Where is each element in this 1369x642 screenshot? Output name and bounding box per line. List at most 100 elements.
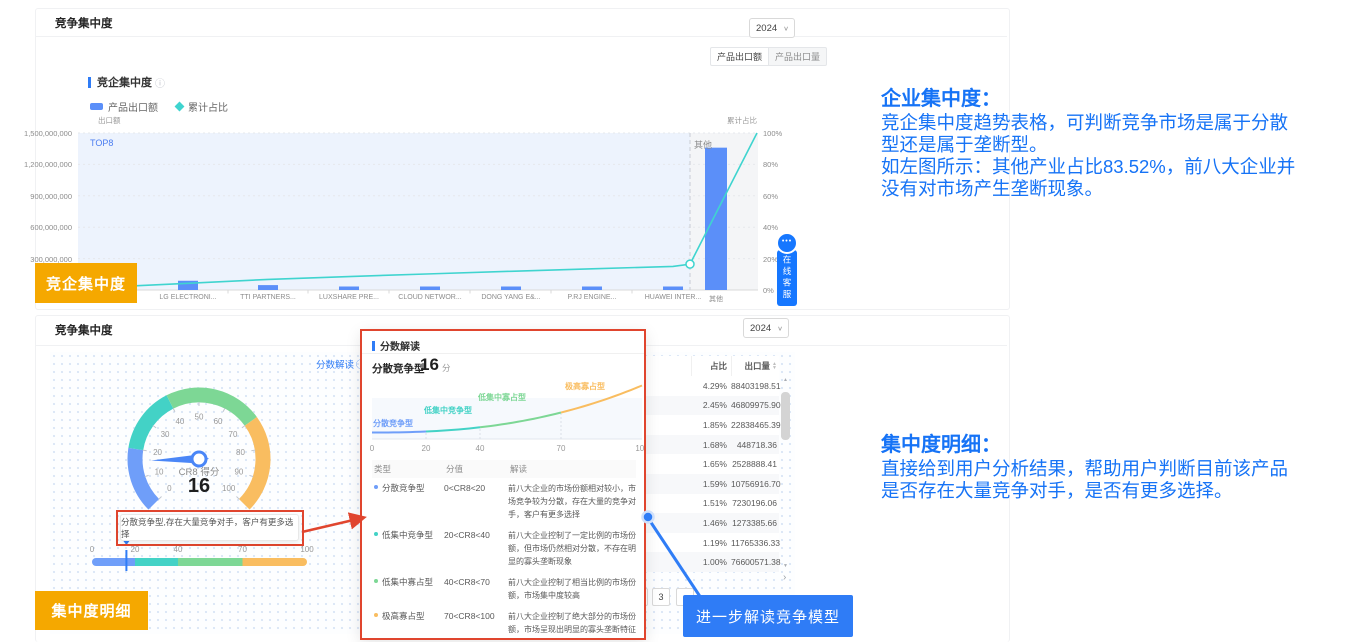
svg-text:100: 100 — [635, 444, 644, 453]
svg-text:低集中寡占型: 低集中寡占型 — [477, 392, 526, 402]
year-value-panel1: 2024 — [756, 23, 777, 34]
ytick-right-1: 80% — [763, 160, 778, 169]
popup-table-header: 类型 分值 解读 — [372, 460, 636, 478]
table-row: 1.46%1273385.66 — [646, 513, 779, 533]
svg-text:20: 20 — [153, 448, 162, 457]
bar-2 — [339, 287, 359, 291]
svg-text:70: 70 — [229, 430, 238, 439]
legend-line-swatch — [175, 102, 185, 112]
axis-name-left: 出口额 — [98, 115, 121, 126]
row-volume-cell: 76600571.38 — [731, 557, 779, 567]
popup-row-range: 20<CR8<40 — [444, 529, 508, 568]
section-bar — [88, 77, 91, 88]
score-curve-chart: 0204070100分散竞争型低集中竞争型低集中寡占型极高寡占型 — [362, 331, 644, 461]
popup-table-row: 低集中寡占型40<CR8<70前八大企业控制了相当比例的市场份额，市场集中度较高 — [372, 572, 636, 606]
chevron-down-icon: ∨ — [777, 324, 783, 331]
row-volume-cell: 22838465.39 — [731, 420, 779, 430]
bar-6 — [663, 287, 683, 291]
annotation-heading: 企业集中度： — [881, 88, 1369, 110]
scroll-right-icon[interactable]: › — [783, 572, 786, 583]
toggle-export-volume[interactable]: 产品出口量 — [769, 47, 827, 66]
row-volume-cell: 11765336.33 — [731, 538, 779, 548]
svg-text:80: 80 — [236, 448, 245, 457]
row-share-cell: 2.45% — [691, 400, 731, 410]
svg-text:20: 20 — [131, 545, 140, 554]
year-value-panel2: 2024 — [750, 323, 771, 334]
legend-line-label[interactable]: 累计占比 — [188, 99, 228, 114]
svg-text:70: 70 — [238, 545, 247, 554]
chat-bubble-icon: ••• — [776, 232, 798, 254]
popup-row-range: 0<CR8<20 — [444, 482, 508, 521]
sort-icon[interactable]: ▲▼ — [772, 362, 777, 370]
info-icon[interactable]: ⓘ — [155, 75, 165, 90]
popup-row-type: 分散竞争型 — [372, 482, 444, 521]
popup-row-desc: 前八大企业的市场份额相对较小，市场竞争较为分散，存在大量的竞争对手，客户有更多选… — [508, 482, 636, 521]
svg-text:60: 60 — [214, 417, 223, 426]
popup-row-desc: 前八大企业控制了一定比例的市场份额，但市场仍然相对分散，不存在明显的寡头垄断现象 — [508, 529, 636, 568]
xlabel-4: DONG YANG E&... — [481, 294, 540, 301]
bar-3 — [420, 287, 440, 291]
table-row: 1.59%10756916.70 — [646, 474, 779, 494]
scroll-up-arrow[interactable]: ▲ — [779, 377, 792, 383]
annotation-heading: 集中度明细： — [881, 434, 1369, 456]
svg-text:极高寡占型: 极高寡占型 — [565, 381, 605, 391]
bar-1 — [258, 285, 278, 290]
ytick-left-0: 1,500,000,000 — [12, 129, 72, 138]
ytick-right-3: 40% — [763, 223, 778, 232]
table-row: 1.85%22838465.39 — [646, 415, 779, 435]
ytick-left-1: 1,200,000,000 — [12, 160, 72, 169]
popup-table-row: 分散竞争型0<CR8<20前八大企业的市场份额相对较小，市场竞争较为分散，存在大… — [372, 478, 636, 525]
row-volume-cell: 448718.36 — [731, 440, 779, 450]
popup-table-row: 低集中竞争型20<CR8<40前八大企业控制了一定比例的市场份额，但市场仍然相对… — [372, 525, 636, 572]
svg-text:70: 70 — [557, 444, 566, 453]
table-header: 占比 出口量 ▲▼ — [646, 356, 779, 377]
top8-region — [78, 133, 690, 290]
online-service-label: 在线客服 — [781, 255, 793, 301]
ytick-right-2: 60% — [763, 192, 778, 201]
table-row: 1.19%11765336.33 — [646, 533, 779, 553]
table-header-volume[interactable]: 出口量 ▲▼ — [731, 356, 779, 376]
ytick-left-2: 900,000,000 — [12, 192, 72, 201]
company-concentration-chart — [0, 0, 1008, 315]
popup-row-desc: 前八大企业控制了相当比例的市场份额，市场集中度较高 — [508, 576, 636, 602]
svg-text:低集中竞争型: 低集中竞争型 — [423, 405, 472, 415]
svg-text:100: 100 — [300, 545, 314, 554]
popup-row-range: 40<CR8<70 — [444, 576, 508, 602]
gauge-seg-极高寡占型 — [244, 421, 263, 504]
row-share-cell: 1.19% — [691, 538, 731, 548]
ytick-right-5: 0% — [763, 286, 774, 295]
table-row: 1.68%448718.36 — [646, 435, 779, 455]
row-volume-cell: 2528888.41 — [731, 459, 779, 469]
pagination-box-current[interactable]: 3 — [652, 588, 670, 606]
table-row: 2.45%46809975.90 — [646, 396, 779, 416]
gauge-value: 16 — [169, 475, 229, 498]
xlabel-2: LUXSHARE PRE... — [319, 294, 379, 301]
svg-text:30: 30 — [161, 430, 170, 439]
row-volume-cell: 10756916.70 — [731, 479, 779, 489]
toggle-export-amount[interactable]: 产品出口额 — [710, 47, 769, 66]
line-split-marker — [686, 260, 694, 268]
table-row: 4.29%88403198.51 — [646, 376, 779, 396]
row-volume-cell: 88403198.51 — [731, 381, 779, 391]
scroll-down-arrow[interactable]: ▼ — [779, 563, 792, 569]
region-label-top8: TOP8 — [90, 138, 113, 148]
year-dropdown-panel2[interactable]: 2024 ∨ — [743, 318, 789, 338]
row-share-cell: 1.46% — [691, 518, 731, 528]
section-label-company-concentration: 竞企集中度 ⓘ — [88, 74, 165, 90]
interpret-model-button[interactable]: 进一步解读竞争模型 — [683, 595, 853, 637]
table-header-share: 占比 — [691, 356, 731, 376]
bar-7 — [705, 148, 727, 290]
svg-text:40: 40 — [174, 545, 183, 554]
type-dot-icon — [374, 532, 378, 536]
xlabel-6: HUAWEI INTER... — [645, 294, 702, 301]
type-dot-icon — [374, 579, 378, 583]
scrollbar-thumb[interactable] — [781, 392, 790, 440]
year-dropdown-panel1[interactable]: 2024 ∨ — [749, 18, 795, 38]
xlabel-0: LG ELECTRONI... — [159, 294, 216, 301]
annotation-body: 直接给到用户分析结果，帮助用户判断目前该产品 是否存在大量竞争对手，是否有更多选… — [881, 458, 1369, 502]
legend-bar-label[interactable]: 产品出口额 — [108, 99, 158, 114]
svg-text:0: 0 — [90, 545, 95, 554]
popup-row-desc: 前八大企业控制了绝大部分的市场份额，市场呈现出明显的寡头垄断特征 — [508, 610, 636, 636]
row-volume-cell: 7230196.06 — [731, 498, 779, 508]
panel1-title-divider — [36, 36, 1007, 37]
